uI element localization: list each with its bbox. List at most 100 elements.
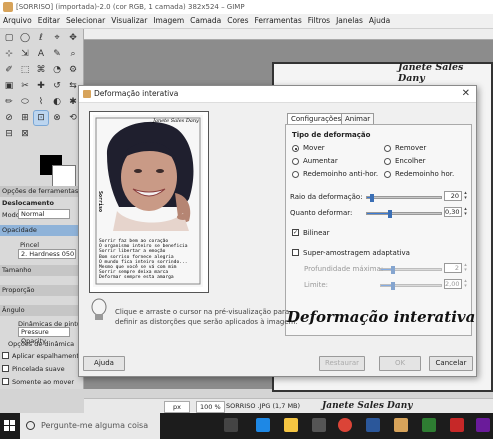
cancel-button[interactable]: Cancelar [429, 356, 473, 371]
gimp-taskbar-icon[interactable] [394, 418, 408, 432]
tool-icon[interactable]: ⊗ [50, 111, 64, 125]
tool-icon[interactable]: ◯ [18, 31, 32, 45]
tool-icon[interactable]: A [34, 47, 48, 61]
warp-preview[interactable]: Janete Sales Dany Sorriso Sorrir faz bem… [89, 111, 209, 293]
amount-stepper[interactable]: ▴ ▾ [463, 207, 468, 217]
menu-item[interactable]: Camada [190, 16, 221, 25]
hint-text-line-1: Clique e arraste o cursor na pré-visuali… [115, 308, 290, 316]
menu-item[interactable]: Selecionar [66, 16, 105, 25]
tool-icon[interactable]: ⬚ [18, 63, 32, 77]
tool-icon[interactable]: ⇲ [18, 47, 32, 61]
tool-icon[interactable]: ⊘ [2, 111, 16, 125]
menu-item[interactable]: Visualizar [111, 16, 147, 25]
preview-photo[interactable]: Janete Sales Dany Sorriso Sorrir faz bem… [93, 115, 203, 287]
tool-icon[interactable]: ◔ [50, 63, 64, 77]
max-depth-stepper[interactable]: ▴ ▾ [463, 263, 468, 273]
word-icon[interactable] [366, 418, 380, 432]
menu-item[interactable]: Ajuda [369, 16, 390, 25]
tool-icon[interactable]: ✎ [50, 47, 64, 61]
tool-icon[interactable]: ✐ [2, 63, 16, 77]
tool-icon[interactable]: ⚙ [66, 63, 80, 77]
tool-icon[interactable]: ⊠ [18, 127, 32, 141]
tool-icon[interactable]: ⌕ [66, 47, 80, 61]
tool-icon[interactable]: ⊡ [33, 110, 49, 126]
tool-icon[interactable]: ◐ [50, 95, 64, 109]
menu-item[interactable]: Imagem [153, 16, 184, 25]
radius-stepper[interactable]: ▴ ▾ [463, 191, 468, 201]
menu-item[interactable]: Filtros [308, 16, 330, 25]
threshold-stepper[interactable]: ▴ ▾ [463, 279, 468, 289]
apply-jitter-checkbox[interactable] [2, 352, 9, 359]
background-color[interactable] [52, 165, 76, 187]
max-depth-slider[interactable] [380, 266, 442, 274]
amount-slider-thumb[interactable] [387, 210, 392, 218]
file-explorer-icon[interactable] [284, 418, 298, 432]
taskbar-search-box[interactable]: Pergunte-me alguma coisa [20, 413, 160, 439]
tool-icon[interactable]: ▣ [2, 79, 16, 93]
dynamics-select[interactable]: Pressure Opacity [18, 327, 70, 345]
only-move-checkbox[interactable] [2, 378, 9, 385]
tool-icon[interactable]: ⊟ [2, 127, 16, 141]
menu-item[interactable]: Cores [227, 16, 248, 25]
tool-icon[interactable]: ⬭ [18, 95, 32, 109]
window-title: [SORRISO] (importada)-2.0 (cor RGB, 1 ca… [16, 3, 245, 11]
zoom-select[interactable]: 100 % [196, 401, 225, 413]
windows-start-icon[interactable] [4, 420, 16, 432]
menu-item[interactable]: Arquivo [3, 16, 32, 25]
max-depth-slider-thumb[interactable] [391, 266, 396, 274]
help-button[interactable]: Ajuda [83, 356, 125, 371]
ratio-slider[interactable]: Proporção [0, 285, 83, 296]
app-icon[interactable] [422, 418, 436, 432]
edge-icon[interactable] [256, 418, 270, 432]
tool-icon[interactable]: ✥ [66, 31, 80, 45]
tool-icon[interactable]: ⊹ [2, 47, 16, 61]
menu-item[interactable]: Editar [38, 16, 60, 25]
app-icon-2[interactable] [450, 418, 464, 432]
task-view-icon[interactable] [224, 418, 238, 432]
deform-mode-radio[interactable] [384, 145, 391, 152]
amount-input[interactable]: 0,30 [444, 207, 462, 217]
store-icon[interactable] [312, 418, 326, 432]
tool-icon[interactable]: ✏ [2, 95, 16, 109]
tool-icon[interactable]: ℓ [34, 31, 48, 45]
ok-button[interactable]: OK [379, 356, 421, 371]
deform-mode-radio[interactable] [292, 145, 299, 152]
threshold-input[interactable]: 2,00 [444, 279, 462, 289]
brush-select[interactable]: 2. Hardness 050 [18, 249, 76, 259]
tool-name: Deslocamento [2, 199, 54, 207]
radius-slider-thumb[interactable] [369, 194, 374, 202]
bilinear-checkbox[interactable]: ✓ [292, 229, 299, 236]
chrome-icon[interactable] [338, 418, 352, 432]
reset-button[interactable]: Restaurar [319, 356, 365, 371]
tool-icon[interactable]: ⌇ [34, 95, 48, 109]
deform-mode-radio[interactable] [292, 171, 299, 178]
app-icon-3[interactable] [476, 418, 490, 432]
deform-mode-radio[interactable] [384, 171, 391, 178]
angle-slider[interactable]: Ângulo [0, 305, 83, 316]
opacity-slider[interactable]: Opacidade [0, 225, 83, 236]
amount-slider[interactable] [366, 210, 442, 218]
tool-icon[interactable]: ✚ [34, 79, 48, 93]
tool-icon[interactable]: ⊞ [18, 111, 32, 125]
tool-icon[interactable]: ⌘ [34, 63, 48, 77]
threshold-slider-thumb[interactable] [391, 282, 396, 290]
tool-icon[interactable]: ✂ [18, 79, 32, 93]
deform-mode-radio[interactable] [384, 158, 391, 165]
unit-select[interactable]: px [164, 401, 190, 413]
dynamics-options-toggle[interactable]: Opções de dinâmica [8, 340, 74, 348]
max-depth-input[interactable]: 2 [444, 263, 462, 273]
menu-item[interactable]: Ferramentas [255, 16, 302, 25]
threshold-slider[interactable] [380, 282, 442, 290]
radius-input[interactable]: 20 [444, 191, 462, 201]
smooth-stroke-checkbox[interactable] [2, 365, 9, 372]
tool-icon[interactable]: ⌖ [50, 31, 64, 45]
deform-mode-radio[interactable] [292, 158, 299, 165]
mode-select[interactable]: Normal [18, 209, 70, 219]
tool-icon[interactable]: ▢ [2, 31, 16, 45]
radius-slider[interactable] [366, 194, 442, 202]
close-icon[interactable]: ✕ [462, 86, 470, 102]
tool-icon[interactable]: ↺ [50, 79, 64, 93]
menu-item[interactable]: Janelas [336, 16, 363, 25]
size-slider[interactable]: Tamanho [0, 265, 83, 276]
supersample-checkbox[interactable] [292, 249, 299, 256]
